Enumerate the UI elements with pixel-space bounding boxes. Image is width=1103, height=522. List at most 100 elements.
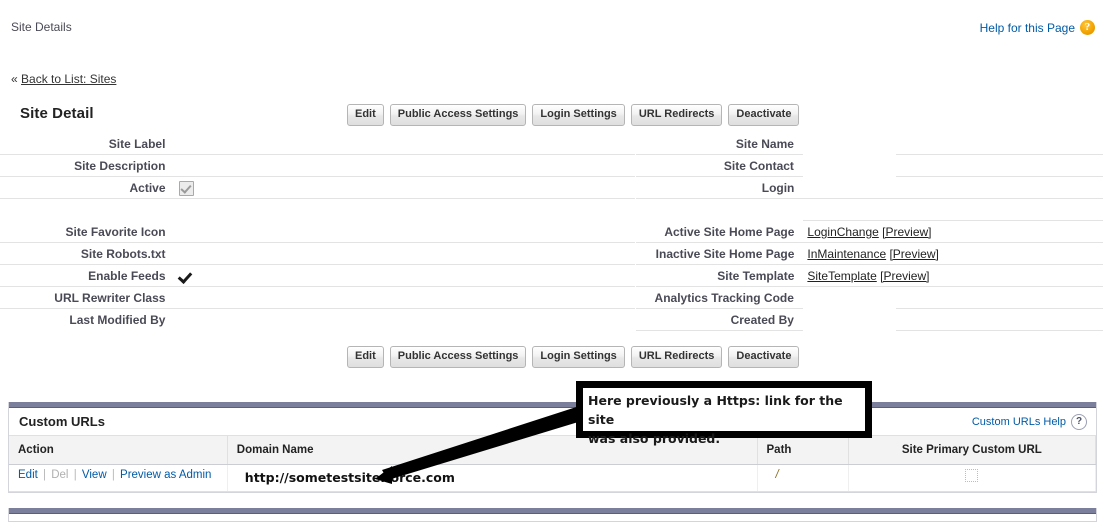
field-value-inactive-site-home-page: InMaintenance [Preview] [803,243,1103,265]
field-value-site-name [803,133,896,155]
top-bar: Site Details Help for this Page ? [0,0,1103,44]
action-separator: | [111,469,115,481]
field-value-blank [175,199,636,221]
question-circle-icon[interactable]: ? [1071,413,1087,430]
field-label-enable-feeds: Enable Feeds [0,265,175,287]
field-value-site-label [174,133,636,155]
annotation-line-2: was also provided. [588,431,721,446]
deactivate-button-bottom[interactable]: Deactivate [728,346,800,368]
edit-button-top[interactable]: Edit [347,104,384,126]
field-label-site-label: Site Label [0,133,175,155]
checkbox-empty-icon [965,469,979,482]
url-redirects-button-bottom[interactable]: URL Redirects [630,346,723,368]
field-value-last-modified-by [174,309,635,331]
detail-button-row-top: Edit Public Access Settings Login Settin… [347,104,800,126]
row-actions-cell: Edit | Del | View | Preview as Admin [9,464,228,492]
custom-urls-table: Action Domain Name Path Site Primary Cus… [9,435,1097,492]
custom-urls-help[interactable]: Custom URLs Help ? [972,413,1087,430]
field-label-active-site-home-page: Active Site Home Page [636,221,804,243]
detail-row: Site Label Site Name [0,133,1103,155]
field-label-url-rewriter-class: URL Rewriter Class [0,287,175,309]
site-template-preview-link[interactable]: [Preview] [880,269,929,283]
inactive-site-home-page-link[interactable]: InMaintenance [807,247,886,261]
help-for-this-page[interactable]: Help for this Page ? [980,20,1095,35]
row-domain-name-cell: http://sometestsite.force.com [227,464,758,492]
help-for-this-page-link[interactable]: Help for this Page [980,21,1075,35]
site-template-link[interactable]: SiteTemplate [807,269,876,283]
field-label-site-contact: Site Contact [636,155,803,177]
field-value-login [803,177,1103,199]
question-orb-icon[interactable]: ? [1080,20,1095,35]
field-value-site-favorite-icon [174,221,636,243]
field-label-site-description: Site Description [0,155,175,177]
page-title: Site Details [11,20,72,34]
field-label-site-name: Site Name [636,133,803,155]
detail-row-spacer [0,199,1103,221]
edit-button-bottom[interactable]: Edit [347,346,384,368]
public-access-settings-button-bottom[interactable]: Public Access Settings [389,346,527,368]
column-header-site-primary-custom-url: Site Primary Custom URL [848,435,1097,465]
field-value-enable-feeds [174,265,636,287]
panel-accent-bar-bottom [9,508,1096,514]
field-value-site-contact [803,155,896,177]
detail-row: Site Description Site Contact [0,155,1103,177]
field-value-analytics-ext [896,287,1103,309]
path-value: / [775,469,779,481]
row-path-cell: / [757,464,849,492]
active-site-home-page-preview-link[interactable]: [Preview] [882,225,931,239]
field-label-inactive-site-home-page: Inactive Site Home Page [636,243,804,265]
row-action-del: Del [51,469,69,481]
field-label-blank-right [636,199,803,221]
detail-row: Site Robots.txt Inactive Site Home Page … [0,243,1103,265]
detail-row: Enable Feeds Site Template SiteTemplate … [0,265,1103,287]
custom-urls-panel: Custom URLs Custom URLs Help ? Action Do… [8,402,1097,493]
back-chevron-icon: « [11,72,18,86]
annotation-line-1: Here previously a Https: link for the si… [588,393,843,427]
action-separator: | [43,469,47,481]
detail-row: URL Rewriter Class Analytics Tracking Co… [0,287,1103,309]
login-settings-button-top[interactable]: Login Settings [532,104,625,126]
table-header-row: Action Domain Name Path Site Primary Cus… [9,435,1097,465]
custom-urls-help-link[interactable]: Custom URLs Help [972,416,1066,428]
row-primary-custom-url-cell [848,464,1097,492]
annotation-text: Here previously a Https: link for the si… [588,391,860,448]
field-value-site-contact-ext [896,155,1103,177]
login-settings-button-bottom[interactable]: Login Settings [532,346,625,368]
detail-row: Last Modified By Created By [0,309,1103,331]
field-value-site-description [174,155,636,177]
field-label-blank [0,199,175,221]
row-action-view[interactable]: View [82,469,107,481]
url-redirects-button-top[interactable]: URL Redirects [630,104,723,126]
site-detail-grid: Site Label Site Name Site Description Si… [0,133,1103,331]
detail-row: Site Favorite Icon Active Site Home Page… [0,221,1103,243]
custom-urls-header: Custom URLs Custom URLs Help ? [9,408,1096,435]
field-label-active: Active [0,177,175,199]
site-detail-heading: Site Detail [20,105,94,122]
detail-button-row-bottom: Edit Public Access Settings Login Settin… [347,346,800,368]
breadcrumb: « Back to List: Sites [11,72,116,86]
active-site-home-page-link[interactable]: LoginChange [807,225,878,239]
deactivate-button-top[interactable]: Deactivate [728,104,800,126]
field-label-site-favorite-icon: Site Favorite Icon [0,221,175,243]
table-row: Edit | Del | View | Preview as Admin htt… [9,464,1097,492]
field-label-analytics-tracking-code: Analytics Tracking Code [636,287,803,309]
domain-name-value: http://sometestsite.force.com [244,470,455,485]
column-header-action: Action [9,435,228,465]
row-action-edit[interactable]: Edit [18,469,38,481]
public-access-settings-button-top[interactable]: Public Access Settings [389,104,527,126]
field-label-site-template: Site Template [636,265,804,287]
field-label-login: Login [636,177,804,199]
field-value-site-template: SiteTemplate [Preview] [803,265,1103,287]
field-label-last-modified-by: Last Modified By [69,313,166,327]
custom-urls-title: Custom URLs [19,414,105,429]
site-visualforce-pages-panel-partial [8,508,1097,522]
field-label-site-robots-txt: Site Robots.txt [0,243,175,265]
back-to-list-sites-link[interactable]: Back to List: Sites [21,72,116,86]
inactive-site-home-page-preview-link[interactable]: [Preview] [889,247,938,261]
field-value-analytics-tracking-code [803,287,896,309]
field-value-url-rewriter-class [174,287,636,309]
row-action-preview-as-admin[interactable]: Preview as Admin [120,469,211,481]
field-label-created-by: Created By [636,309,803,331]
field-value-site-robots-txt [174,243,636,265]
field-value-created-by-ext [896,309,1103,331]
